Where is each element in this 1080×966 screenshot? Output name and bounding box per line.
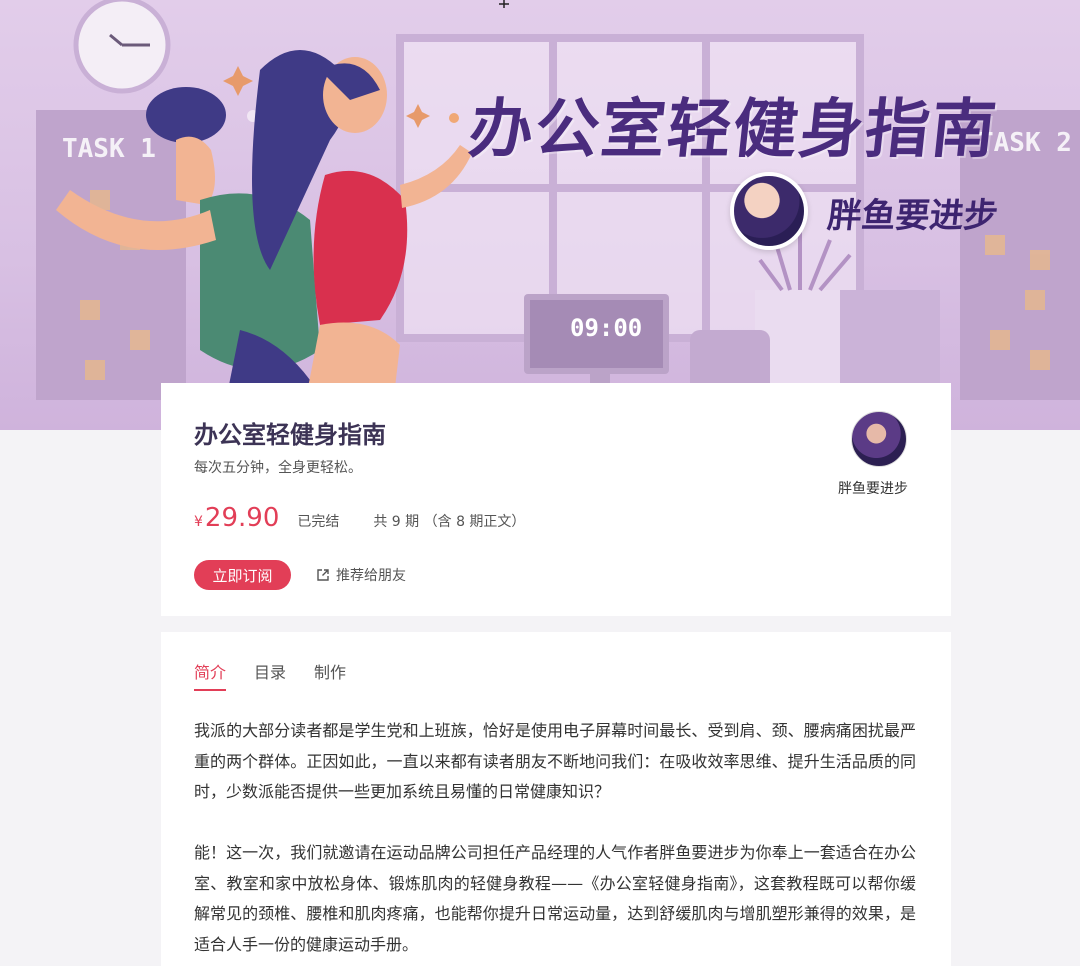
intro-paragraph: 我派的大部分读者都是学生党和上班族，恰好是使用电子屏幕时间最长、受到肩、颈、腰病…	[194, 721, 916, 801]
monitor-clock-text: 09:00	[570, 314, 643, 342]
hero-author-avatar	[730, 172, 808, 250]
tab-bar: 简介 目录 制作	[194, 659, 346, 691]
intro-paragraph: 能！这一次，我们就邀请在运动品牌公司担任产品经理的人气作者胖鱼要进步为你奉上一套…	[194, 843, 916, 954]
episode-count: 共 9 期 （含 8 期正文）	[373, 514, 526, 530]
price-currency: ¥	[194, 514, 203, 530]
share-link[interactable]: 推荐给朋友	[316, 565, 406, 585]
course-detail-card: 简介 目录 制作 我派的大部分读者都是学生党和上班族，恰好是使用电子屏幕时间最长…	[161, 632, 951, 966]
share-label: 推荐给朋友	[336, 568, 406, 584]
subscribe-button[interactable]: 立即订阅	[194, 560, 291, 590]
course-title: 办公室轻健身指南	[194, 421, 386, 449]
share-icon	[317, 569, 329, 581]
author-avatar[interactable]	[851, 411, 907, 467]
status-badge: 已完结	[297, 514, 340, 530]
tab-credits[interactable]: 制作	[314, 659, 346, 691]
tab-intro[interactable]: 简介	[194, 659, 227, 691]
author-name[interactable]: 胖鱼要进步	[838, 478, 908, 498]
task-1-text: TASK 1	[62, 134, 156, 164]
hero-title: 办公室轻健身指南	[465, 93, 1002, 167]
cursor-icon	[499, 0, 509, 8]
price-row: ¥ 29.90 已完结 共 9 期 （含 8 期正文）	[194, 503, 525, 533]
tab-catalog[interactable]: 目录	[254, 659, 286, 691]
course-info-card: 办公室轻健身指南 每次五分钟，全身更轻松。 ¥ 29.90 已完结 共 9 期 …	[161, 383, 951, 616]
course-subtitle: 每次五分钟，全身更轻松。	[194, 460, 362, 476]
hero-author-name: 胖鱼要进步	[825, 196, 1000, 236]
price-value: 29.90	[204, 503, 280, 533]
hero-banner: TASK 1 TASK 2 09:00 办公室轻健身指南 胖鱼要进步	[0, 0, 1080, 430]
